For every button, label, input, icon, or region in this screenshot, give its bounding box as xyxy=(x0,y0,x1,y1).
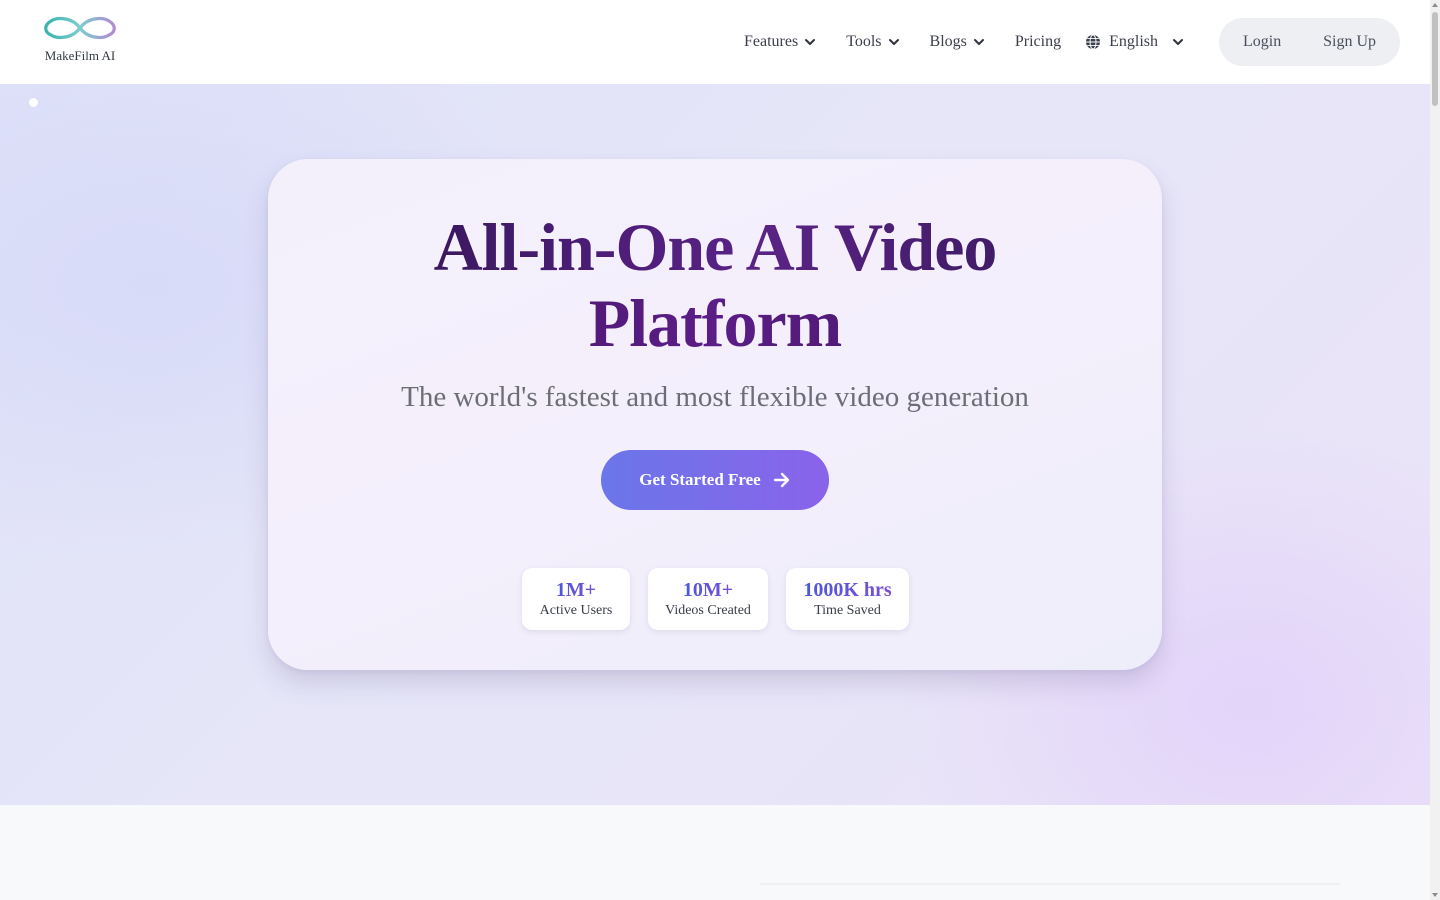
chevron-down-icon xyxy=(973,39,984,45)
stat-value: 1M+ xyxy=(555,579,597,601)
nav-tools-label: Tools xyxy=(846,33,882,50)
hero-title: All-in-One AI Video Platform xyxy=(268,209,1162,361)
hero-title-line-1: All-in-One AI Video xyxy=(268,209,1162,285)
scroll-down-arrow-icon[interactable] xyxy=(1432,893,1438,897)
nav-blogs-dropdown[interactable]: Blogs xyxy=(930,33,985,51)
stat-card-active-users: 1M+ Active Users xyxy=(522,568,630,630)
hero-section: All-in-One AI Video Platform The world's… xyxy=(0,84,1430,805)
stats-row: 1M+ Active Users 10M+ Videos Created 100… xyxy=(522,568,909,630)
stat-value: 10M+ xyxy=(682,579,734,601)
stat-label: Videos Created xyxy=(665,603,751,618)
stat-value: 1000K hrs xyxy=(803,579,892,601)
nav-pricing-link[interactable]: Pricing xyxy=(1015,33,1061,51)
scroll-up-arrow-icon[interactable] xyxy=(1432,3,1438,7)
nav-features-dropdown[interactable]: Features xyxy=(744,33,816,51)
stat-card-videos-created: 10M+ Videos Created xyxy=(648,568,768,630)
top-navigation-bar: MakeFilm AI Features Tools Blogs Pricing… xyxy=(0,0,1430,84)
stat-label: Time Saved xyxy=(814,603,881,618)
chevron-down-icon xyxy=(888,39,899,45)
nav-blogs-label: Blogs xyxy=(929,33,967,50)
chevron-down-icon xyxy=(805,39,816,45)
globe-icon xyxy=(1086,34,1101,50)
signup-button[interactable]: Sign Up xyxy=(1323,33,1376,51)
infinity-logo-icon xyxy=(44,16,116,40)
hero-card: All-in-One AI Video Platform The world's… xyxy=(268,159,1162,670)
hero-title-line-2: Platform xyxy=(268,285,1162,361)
nav-tools-dropdown[interactable]: Tools xyxy=(846,33,899,51)
stat-label: Active Users xyxy=(539,603,613,618)
divider xyxy=(760,883,1340,885)
get-started-label: Get Started Free xyxy=(639,470,761,489)
language-selector[interactable]: English xyxy=(1085,33,1184,51)
page-scrollbar[interactable] xyxy=(1430,0,1440,900)
arrow-right-icon xyxy=(773,472,789,488)
get-started-button[interactable]: Get Started Free xyxy=(601,450,829,510)
auth-buttons: Login Sign Up xyxy=(1219,18,1400,66)
scrollbar-thumb[interactable] xyxy=(1432,12,1438,106)
nav-features-label: Features xyxy=(744,33,799,50)
main-nav: Features Tools Blogs Pricing English xyxy=(744,0,1184,84)
login-button[interactable]: Login xyxy=(1243,33,1281,51)
brand-logo[interactable]: MakeFilm AI xyxy=(38,14,122,68)
brand-name: MakeFilm AI xyxy=(44,48,116,63)
next-section xyxy=(0,805,1430,900)
hero-subtitle: The world's fastest and most flexible vi… xyxy=(401,381,1029,413)
decorative-dot xyxy=(29,98,38,107)
stat-card-time-saved: 1000K hrs Time Saved xyxy=(786,568,909,630)
language-label: English xyxy=(1109,33,1158,50)
chevron-down-icon xyxy=(1172,39,1183,45)
